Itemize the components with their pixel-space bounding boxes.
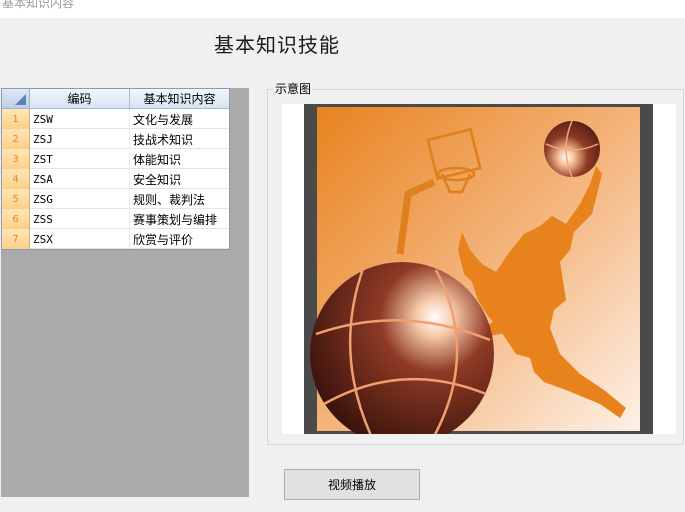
- cell-code[interactable]: ZSW: [30, 109, 130, 129]
- cell-content[interactable]: 技战术知识: [130, 129, 229, 149]
- table-row[interactable]: 3 ZST 体能知识: [2, 149, 229, 169]
- cell-code[interactable]: ZSG: [30, 189, 130, 209]
- small-basketball: [544, 121, 600, 177]
- row-number[interactable]: 5: [2, 189, 30, 209]
- column-header-code[interactable]: 编码: [30, 89, 130, 109]
- page-title: 基本知识技能: [214, 33, 340, 57]
- table-row[interactable]: 5 ZSG 规则、裁判法: [2, 189, 229, 209]
- preview-group-label: 示意图: [273, 80, 314, 97]
- table-row[interactable]: 7 ZSX 欣赏与评价: [2, 229, 229, 249]
- table-row[interactable]: 4 ZSA 安全知识: [2, 169, 229, 189]
- column-header-content[interactable]: 基本知识内容: [130, 89, 229, 109]
- preview-image-frame: [282, 104, 676, 434]
- row-number[interactable]: 4: [2, 169, 30, 189]
- table-row[interactable]: 1 ZSW 文化与发展: [2, 109, 229, 129]
- cell-content[interactable]: 规则、裁判法: [130, 189, 229, 209]
- cell-code[interactable]: ZSJ: [30, 129, 130, 149]
- row-number[interactable]: 2: [2, 129, 30, 149]
- knowledge-grid[interactable]: 编码 基本知识内容 1 ZSW 文化与发展 2 ZSJ 技战术知识 3 ZST …: [1, 88, 230, 250]
- select-all-icon: [15, 94, 26, 105]
- window-title: 基本知识内容: [2, 0, 75, 10]
- cell-code[interactable]: ZSS: [30, 209, 130, 229]
- table-row[interactable]: 6 ZSS 赛事策划与编排: [2, 209, 229, 229]
- cell-content[interactable]: 赛事策划与编排: [130, 209, 229, 229]
- cell-code[interactable]: ZST: [30, 149, 130, 169]
- cell-content[interactable]: 体能知识: [130, 149, 229, 169]
- row-number[interactable]: 6: [2, 209, 30, 229]
- grid-header: 编码 基本知识内容: [2, 89, 229, 109]
- table-row[interactable]: 2 ZSJ 技战术知识: [2, 129, 229, 149]
- row-number[interactable]: 3: [2, 149, 30, 169]
- cell-code[interactable]: ZSA: [30, 169, 130, 189]
- video-play-button[interactable]: 视频播放: [284, 469, 420, 500]
- window-titlebar: 基本知识内容: [0, 0, 685, 18]
- cell-content[interactable]: 文化与发展: [130, 109, 229, 129]
- row-number[interactable]: 7: [2, 229, 30, 249]
- basketball-illustration: [304, 104, 653, 434]
- row-number[interactable]: 1: [2, 109, 30, 129]
- cell-code[interactable]: ZSX: [30, 229, 130, 249]
- cell-content[interactable]: 安全知识: [130, 169, 229, 189]
- cell-content[interactable]: 欣赏与评价: [130, 229, 229, 249]
- select-all-corner[interactable]: [2, 89, 30, 109]
